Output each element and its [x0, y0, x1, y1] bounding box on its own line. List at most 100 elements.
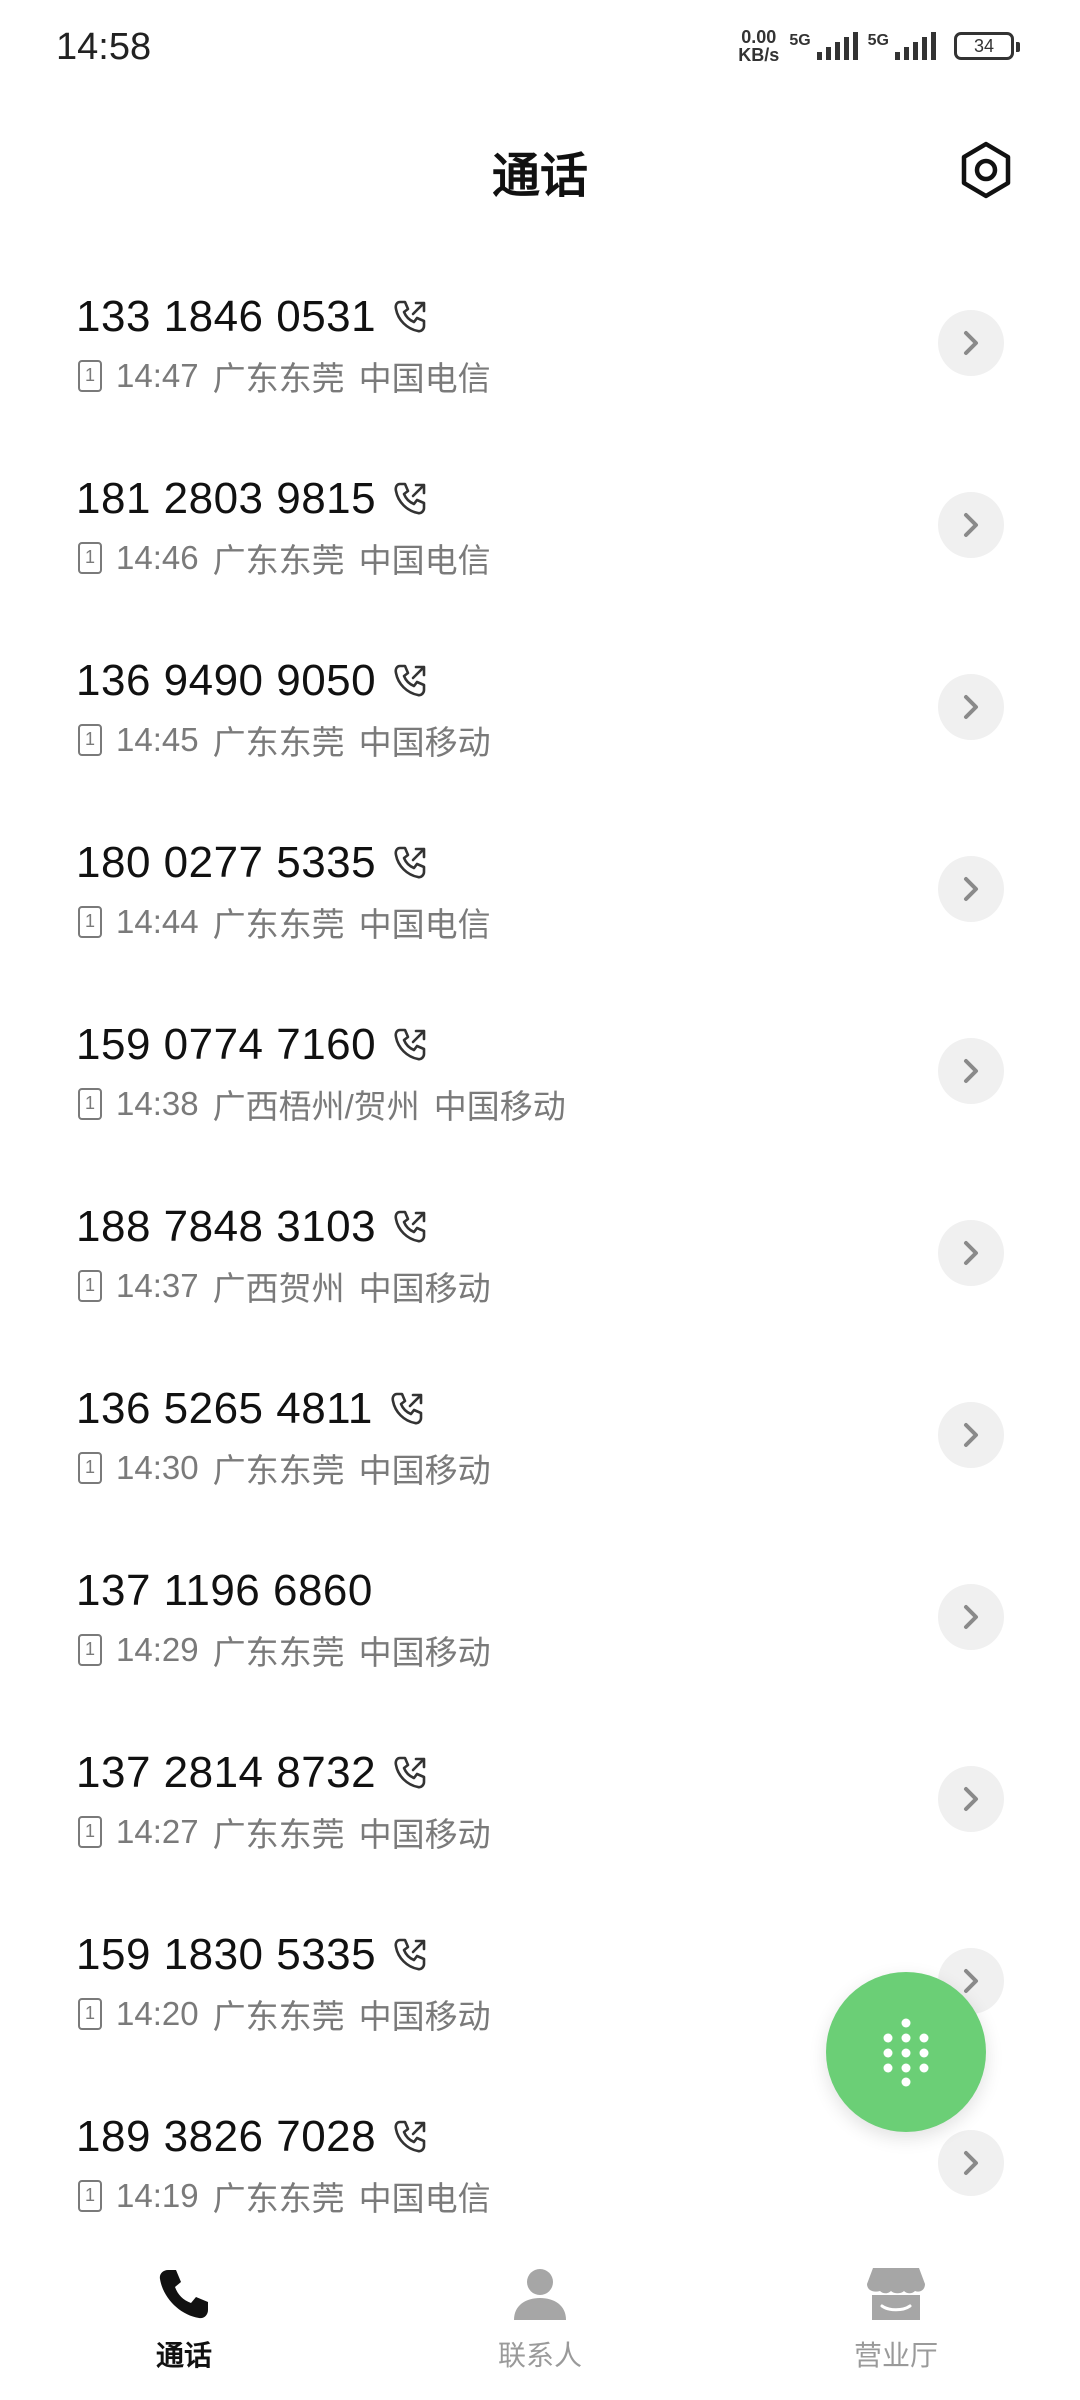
- call-carrier: 中国移动: [358, 1634, 491, 1671]
- call-time: 14:37: [116, 1267, 199, 1304]
- dialpad-button[interactable]: [826, 1972, 986, 2132]
- call-location: 广东东莞: [212, 724, 345, 761]
- call-number: 136 5265 4811: [76, 1384, 373, 1433]
- call-time: 14:38: [116, 1085, 199, 1122]
- call-time: 14:29: [116, 1631, 199, 1668]
- chevron-right-icon: [964, 513, 978, 537]
- status-time: 14:58: [56, 26, 152, 68]
- call-location: 广东东莞: [212, 1816, 345, 1853]
- status-bar: 14:58 0.00 KB/s 5G 5G 34: [0, 0, 1080, 100]
- call-location: 广东东莞: [212, 2180, 345, 2217]
- person-icon: [514, 2269, 566, 2320]
- call-log-row[interactable]: 159 0774 7160 1 14:38 广西梧州/贺州 中国移动: [0, 1000, 1080, 1182]
- call-time: 14:45: [116, 721, 199, 758]
- chevron-right-icon: [964, 1423, 978, 1447]
- dialpad-icon: [883, 2018, 929, 2087]
- call-meta: 1 14:45 广东东莞 中国移动: [78, 716, 491, 764]
- call-number: 189 3826 7028: [76, 2112, 377, 2161]
- page-title: 通话: [491, 150, 588, 203]
- call-detail-button[interactable]: [938, 492, 1004, 558]
- call-log-row[interactable]: 181 2803 9815 1 14:46 广东东莞 中国电信: [0, 454, 1080, 636]
- call-number-line: 137 2814 8732: [76, 1748, 430, 1798]
- call-number-line: 188 7848 3103: [76, 1202, 430, 1252]
- call-carrier: 中国移动: [358, 1816, 491, 1853]
- header: 通话: [0, 120, 1080, 220]
- settings-button[interactable]: [946, 130, 1026, 210]
- sim-1-icon: 1: [78, 1816, 102, 1848]
- phone-icon: [159, 2270, 208, 2319]
- bottom-nav: 通话 联系人 营业厅: [0, 2240, 1080, 2400]
- call-log-row[interactable]: 136 5265 4811 1 14:30 广东东莞 中国移动: [0, 1364, 1080, 1546]
- call-detail-button[interactable]: [938, 1402, 1004, 1468]
- settings-hexagon-icon: [961, 141, 1011, 199]
- outgoing-call-icon: [390, 1207, 430, 1247]
- chevron-right-icon: [964, 1969, 978, 1993]
- sim-1-icon: 1: [78, 1270, 102, 1302]
- outgoing-call-icon: [390, 1935, 430, 1975]
- outgoing-call-icon: [387, 1389, 427, 1429]
- call-log-row[interactable]: 180 0277 5335 1 14:44 广东东莞 中国电信: [0, 818, 1080, 1000]
- call-number-line: 181 2803 9815: [76, 474, 430, 524]
- chevron-right-icon: [964, 877, 978, 901]
- call-detail-button[interactable]: [938, 2130, 1004, 2196]
- call-location: 广东东莞: [212, 360, 345, 397]
- call-number-line: 136 9490 9050: [76, 656, 430, 706]
- call-number-line: 159 1830 5335: [76, 1930, 430, 1980]
- sim-1-icon: 1: [78, 1634, 102, 1666]
- nav-tab-contacts[interactable]: 联系人: [440, 2262, 640, 2374]
- nav-tab-calls[interactable]: 通话: [84, 2262, 284, 2374]
- call-detail-button[interactable]: [938, 1038, 1004, 1104]
- sim-1-icon: 1: [78, 1452, 102, 1484]
- sim2-signal-icon: 5G: [868, 32, 936, 60]
- call-log-row[interactable]: 136 9490 9050 1 14:45 广东东莞 中国移动: [0, 636, 1080, 818]
- sim1-signal-icon: 5G: [789, 32, 858, 60]
- battery-icon: 34: [954, 32, 1020, 60]
- nav-tab-service-hall[interactable]: 营业厅: [796, 2262, 996, 2374]
- call-detail-button[interactable]: [938, 310, 1004, 376]
- outgoing-call-icon: [390, 297, 430, 337]
- call-log-row[interactable]: 137 2814 8732 1 14:27 广东东莞 中国移动: [0, 1728, 1080, 1910]
- call-meta: 1 14:38 广西梧州/贺州 中国移动: [78, 1080, 566, 1128]
- call-log-row[interactable]: 188 7848 3103 1 14:37 广西贺州 中国移动: [0, 1182, 1080, 1364]
- sim-1-icon: 1: [78, 360, 102, 392]
- sim2-network-gen: 5G: [867, 32, 889, 49]
- call-location: 广西贺州: [212, 1270, 345, 1307]
- call-location: 广东东莞: [212, 1998, 345, 2035]
- call-location: 广东东莞: [212, 1634, 345, 1671]
- chevron-right-icon: [964, 331, 978, 355]
- nav-label-service-hall: 营业厅: [853, 2340, 938, 2371]
- call-meta: 1 14:20 广东东莞 中国移动: [78, 1990, 491, 2038]
- call-carrier: 中国移动: [358, 1998, 491, 2035]
- call-time: 14:20: [116, 1995, 199, 2032]
- call-log-row[interactable]: 133 1846 0531 1 14:47 广东东莞 中国电信: [0, 272, 1080, 454]
- call-location: 广东东莞: [212, 906, 345, 943]
- call-number: 133 1846 0531: [76, 292, 377, 341]
- call-detail-button[interactable]: [938, 856, 1004, 922]
- call-number-line: 133 1846 0531: [76, 292, 430, 342]
- call-detail-button[interactable]: [938, 1220, 1004, 1286]
- call-number: 136 9490 9050: [76, 656, 377, 705]
- network-speed: 0.00 KB/s: [738, 28, 779, 64]
- call-carrier: 中国电信: [358, 906, 491, 943]
- call-meta: 1 14:37 广西贺州 中国移动: [78, 1262, 491, 1310]
- call-number: 137 2814 8732: [76, 1748, 377, 1797]
- call-log-row[interactable]: 137 1196 6860 1 14:29 广东东莞 中国移动: [0, 1546, 1080, 1728]
- call-carrier: 中国电信: [358, 2180, 491, 2217]
- call-time: 14:27: [116, 1813, 199, 1850]
- sim-1-icon: 1: [78, 724, 102, 756]
- outgoing-call-icon: [390, 843, 430, 883]
- call-meta: 1 14:47 广东东莞 中国电信: [78, 352, 491, 400]
- call-detail-button[interactable]: [938, 674, 1004, 740]
- chevron-right-icon: [964, 2151, 978, 2175]
- call-number: 181 2803 9815: [76, 474, 377, 523]
- call-number-line: 136 5265 4811: [76, 1384, 427, 1434]
- chevron-right-icon: [964, 1059, 978, 1083]
- sim-1-icon: 1: [78, 1998, 102, 2030]
- call-number: 188 7848 3103: [76, 1202, 377, 1251]
- call-detail-button[interactable]: [938, 1584, 1004, 1650]
- chevron-right-icon: [964, 1787, 978, 1811]
- call-location: 广东东莞: [212, 542, 345, 579]
- call-detail-button[interactable]: [938, 1766, 1004, 1832]
- sim-1-icon: 1: [78, 906, 102, 938]
- call-meta: 1 14:46 广东东莞 中国电信: [78, 534, 491, 582]
